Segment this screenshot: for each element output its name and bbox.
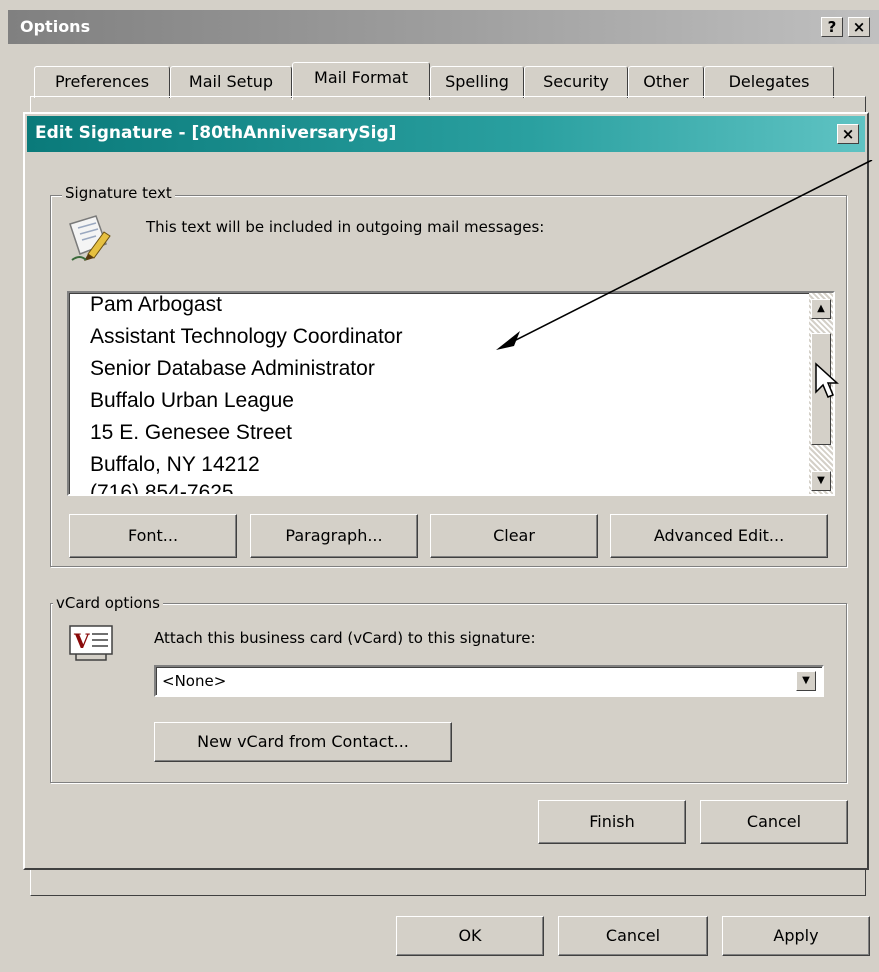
font-button[interactable]: Font... [69, 514, 237, 558]
mouse-pointer-icon [814, 362, 840, 402]
vcard-icon: V [68, 624, 114, 662]
tab-spelling[interactable]: Spelling [430, 66, 524, 98]
new-vcard-button[interactable]: New vCard from Contact... [154, 722, 452, 762]
paragraph-button[interactable]: Paragraph... [250, 514, 418, 558]
vcard-select[interactable]: <None> ▼ [154, 665, 824, 697]
dialog-close-button[interactable]: × [837, 124, 859, 144]
tab-security[interactable]: Security [524, 66, 628, 98]
signature-line: (716) 854-7625 [90, 481, 234, 496]
tab-delegates[interactable]: Delegates [704, 66, 834, 98]
apply-button[interactable]: Apply [722, 916, 870, 956]
vcard-selected-value: <None> [162, 672, 227, 690]
tab-other[interactable]: Other [628, 66, 704, 98]
clear-button[interactable]: Clear [430, 514, 598, 558]
signature-line: 15 E. Genesee Street [90, 421, 292, 444]
dialog-cancel-button[interactable]: Cancel [700, 800, 848, 844]
finish-button[interactable]: Finish [538, 800, 686, 844]
vcard-description: Attach this business card (vCard) to thi… [154, 629, 536, 647]
dropdown-arrow-icon[interactable]: ▼ [796, 671, 816, 691]
tab-mail-setup[interactable]: Mail Setup [170, 66, 292, 98]
options-title-bar: Options ? × [8, 10, 879, 44]
options-close-button[interactable]: × [848, 17, 870, 37]
tab-preferences[interactable]: Preferences [34, 66, 170, 98]
tab-mail-format[interactable]: Mail Format [292, 62, 430, 100]
pen-on-paper-icon [66, 214, 112, 264]
dialog-title-bar: Edit Signature - [80thAnniversarySig] × [27, 116, 865, 152]
signature-line: Assistant Technology Coordinator [90, 325, 403, 348]
svg-text:V: V [73, 629, 90, 653]
annotation-arrow [496, 160, 873, 350]
scroll-down-button[interactable]: ▼ [811, 471, 831, 491]
signature-line: Senior Database Administrator [90, 357, 375, 380]
signature-line: Buffalo Urban League [90, 389, 294, 412]
signature-group-legend: Signature text [62, 184, 175, 202]
vcard-group-legend: vCard options [53, 594, 163, 612]
help-button[interactable]: ? [821, 17, 843, 37]
dialog-title: Edit Signature - [80thAnniversarySig] [35, 123, 397, 143]
signature-line: Pam Arbogast [90, 293, 222, 316]
options-cancel-button[interactable]: Cancel [558, 916, 708, 956]
advanced-edit-button[interactable]: Advanced Edit... [610, 514, 828, 558]
ok-button[interactable]: OK [396, 916, 544, 956]
signature-line: Buffalo, NY 14212 [90, 453, 260, 476]
options-title: Options [20, 17, 91, 36]
